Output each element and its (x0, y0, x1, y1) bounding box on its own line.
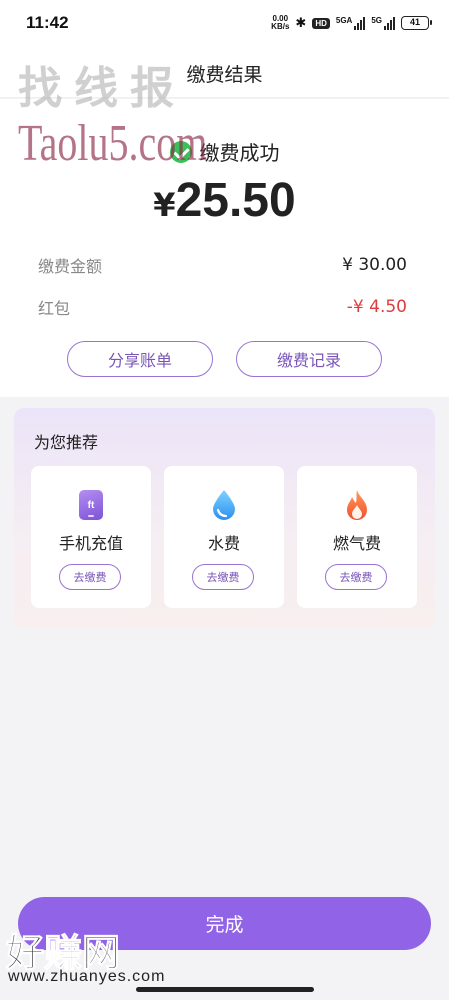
recommend-section: 为您推荐 ft 手机充值 去缴费 水费 去缴费 燃气费 去缴费 (14, 408, 435, 628)
watermark-url: Taolu5.com (18, 113, 208, 172)
detail-value: -¥ 4.50 (346, 297, 407, 317)
go-pay-button[interactable]: 去缴费 (325, 564, 387, 590)
network-speed-unit: KB/s (271, 22, 290, 31)
signal-icon: 5G (371, 16, 395, 30)
water-drop-icon (209, 490, 239, 520)
watermark-url-bottom: www.zhuanyes.com (8, 968, 166, 985)
battery-icon: 41 (401, 16, 432, 30)
recommend-title: 为您推荐 (34, 433, 99, 452)
home-indicator[interactable] (136, 987, 314, 992)
status-icons: 0.00 KB/s ✱ HD 5GA 5G 41 (271, 15, 432, 31)
payment-records-button[interactable]: 缴费记录 (236, 341, 382, 377)
network-type-label: 5G (371, 16, 382, 25)
phone-recharge-icon-glyph: ft (79, 490, 103, 520)
network-type-label: 5GA (335, 16, 353, 25)
detail-label: 缴费金额 (38, 257, 103, 276)
phone-recharge-icon: ft (76, 490, 106, 520)
status-bar: 11:42 0.00 KB/s ✱ HD 5GA 5G 41 (0, 0, 449, 46)
share-bill-button[interactable]: 分享账单 (67, 341, 213, 377)
amount-value: 25.50 (175, 174, 296, 227)
paid-amount: ¥25.50 (0, 173, 449, 228)
currency-symbol: ¥ (153, 186, 176, 224)
recommend-label: 手机充值 (58, 534, 123, 553)
recommend-card-water[interactable]: 水费 去缴费 (164, 466, 284, 608)
success-text: 缴费成功 (199, 141, 280, 165)
detail-label: 红包 (38, 299, 71, 318)
detail-value: ¥ 30.00 (342, 255, 407, 275)
recommend-label: 水费 (207, 534, 240, 553)
detail-row-amount: 缴费金额 ¥ 30.00 (38, 253, 407, 277)
go-pay-button[interactable]: 去缴费 (59, 564, 121, 590)
watermark-text: 找线报 (18, 63, 186, 114)
signal-icon: 5GA (335, 16, 366, 30)
network-speed: 0.00 KB/s (271, 15, 289, 31)
flame-icon (342, 490, 372, 520)
go-pay-button[interactable]: 去缴费 (192, 564, 254, 590)
status-time: 11:42 (26, 13, 69, 32)
bluetooth-icon: ✱ (295, 15, 307, 31)
recommend-card-gas[interactable]: 燃气费 去缴费 (297, 466, 417, 608)
detail-row-red-packet: 红包 -¥ 4.50 (38, 295, 407, 319)
hd-badge: HD (312, 17, 330, 29)
recommend-label: 燃气费 (332, 534, 381, 553)
recommend-card-phone[interactable]: ft 手机充值 去缴费 (31, 466, 151, 608)
